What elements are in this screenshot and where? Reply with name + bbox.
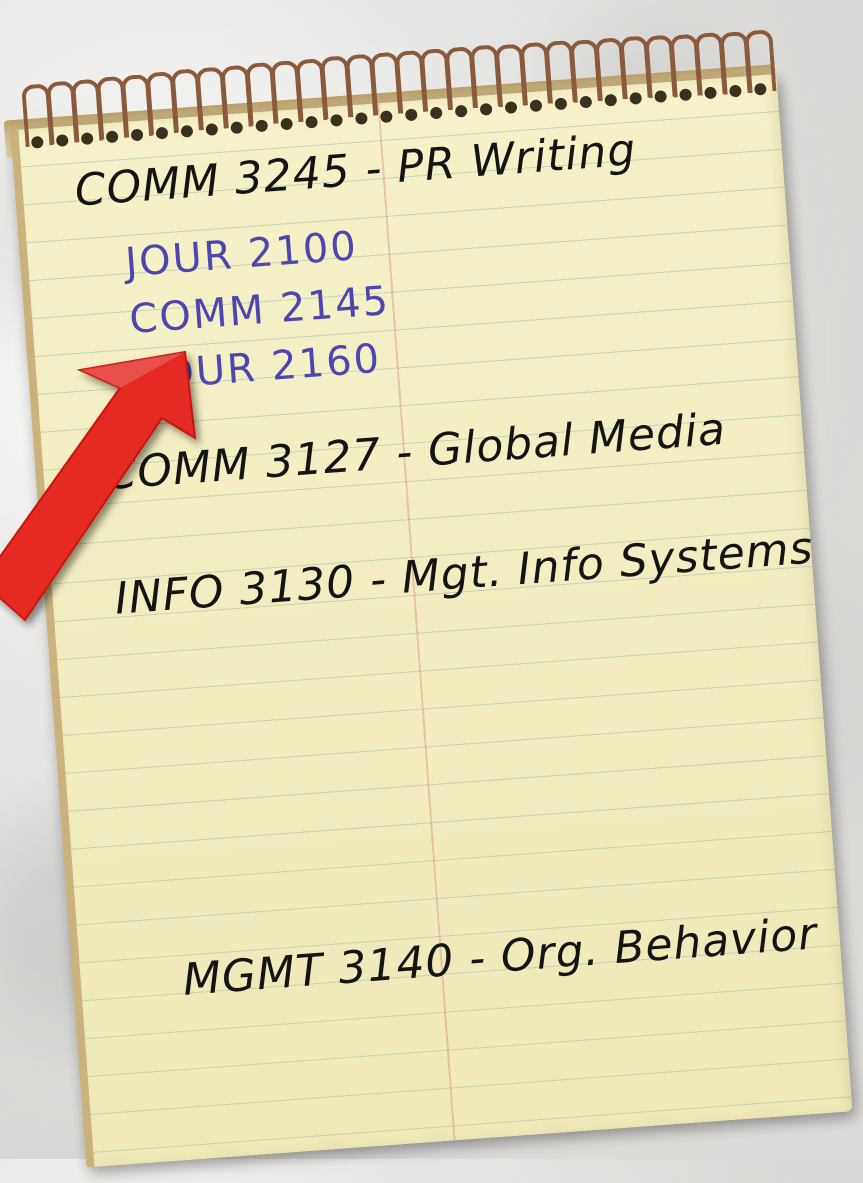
- red-arrow-icon: [0, 350, 197, 622]
- course-mgmt-3140: MGMT 3140 - Org. Behavior: [181, 908, 819, 1006]
- course-comm-3245: COMM 3245 - PR Writing: [73, 124, 638, 217]
- prereq-jour-2100: JOUR 2100: [123, 223, 360, 287]
